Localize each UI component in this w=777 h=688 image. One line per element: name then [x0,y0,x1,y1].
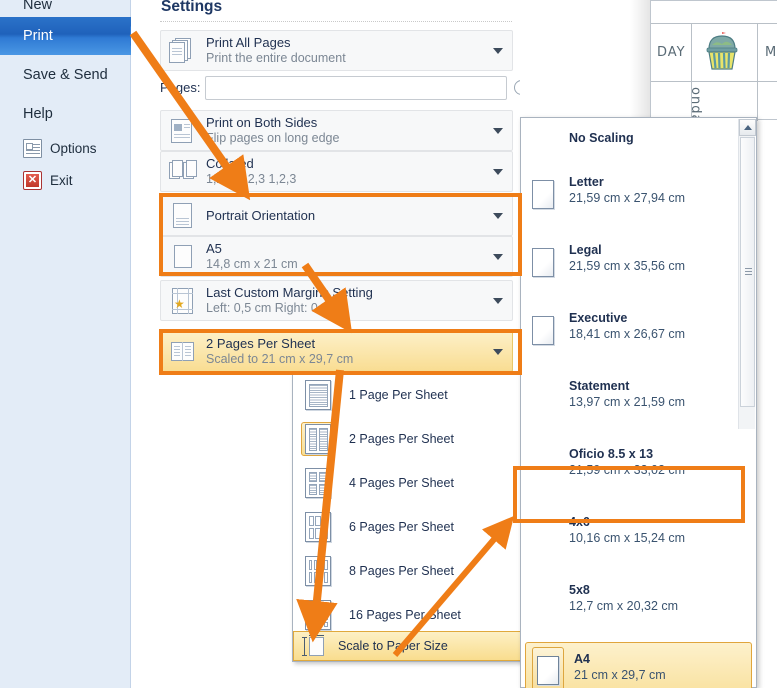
menu-item-5x8[interactable]: 5x8 12,7 cm x 20,32 cm [521,574,756,642]
settings-divider [160,21,512,22]
page-shadow [630,0,650,120]
row-subtitle: Flip pages on long edge [206,130,340,145]
scroll-up-arrow-icon[interactable] [739,119,756,136]
row-title: Last Custom Margins Setting [206,285,373,301]
margins-dropdown[interactable]: ★ Last Custom Margins Setting Left: 0,5 … [160,280,513,321]
paper-thumb-icon [532,647,564,688]
cupcake-illustration [706,32,738,70]
orientation-and-size-callout [159,193,522,276]
duplex-dropdown[interactable]: Print on Both Sides Flip pages on long e… [160,110,513,151]
calendar-rule [757,23,758,121]
row-title: Collated [206,156,254,172]
paper-dimensions: 21,59 cm x 35,56 cm [569,259,686,274]
row-subtitle: Left: 0,5 cm Right: 0,5 cm [206,300,349,315]
sidebar-item-label: New [23,0,53,13]
menu-item-label: Scale to Paper Size [338,639,448,653]
paper-name: Letter [569,175,604,189]
menu-item-label: 16 Pages Per Sheet [349,608,461,622]
menu-item-label: 8 Pages Per Sheet [349,564,454,578]
menu-item-legal[interactable]: Legal 21,59 cm x 35,56 cm [521,234,756,302]
paper-thumb-icon [527,310,559,350]
paper-dimensions: 18,41 cm x 26,67 cm [569,327,686,342]
backstage-sidebar: New Print Save & Send Help Options ✕ Exi… [0,0,140,688]
sheet-4up-icon [301,466,335,500]
paper-dimensions: 21 cm x 29,7 cm [574,668,666,683]
sidebar-item-label: Options [50,140,97,156]
sidebar-item-help[interactable]: Help [0,95,131,133]
chevron-down-icon[interactable] [493,297,503,304]
paper-thumb-icon [527,174,559,214]
row-title: Print on Both Sides [206,115,318,131]
pages-input[interactable] [205,76,507,100]
pages-per-sheet-callout [159,329,522,375]
sheet-8up-icon [301,554,335,588]
paper-name: 5x8 [569,583,590,597]
chevron-down-icon[interactable] [493,127,503,134]
submenu-scrollbar[interactable] [738,119,756,429]
paper-thumb-icon [527,242,559,282]
menu-item-label: 2 Pages Per Sheet [349,432,454,446]
exit-red-x-icon: ✕ [23,170,42,190]
menu-item-label: 6 Pages Per Sheet [349,520,454,534]
paper-dimensions: 12,7 cm x 20,32 cm [569,599,679,614]
a4-paper-size-callout [513,466,745,523]
options-document-icon [23,138,42,158]
paper-name: Legal [569,243,602,257]
sidebar-item-label: Help [23,106,53,122]
margins-icon: ★ [167,285,198,316]
calendar-cell-me: ME [765,45,777,60]
sidebar-item-label: Save & Send [23,67,108,83]
print-range-dropdown[interactable]: Print All Pages Print the entire documen… [160,30,513,71]
paper-name: A4 [574,652,590,666]
document-preview-page: DAY ME onday [650,0,777,132]
scroll-grip-icon [745,268,752,269]
menu-item-letter[interactable]: Letter 21,59 cm x 27,94 cm [521,166,756,234]
calendar-cell-day: DAY [657,45,686,60]
paper-name: No Scaling [569,131,634,145]
collate-icon [167,156,198,187]
chevron-down-icon[interactable] [493,168,503,175]
duplex-icon [167,115,198,146]
sheet-16up-icon [301,598,335,632]
sidebar-item-label: Print [23,28,53,44]
calendar-rule [651,81,777,82]
sheet-1up-icon [301,378,335,412]
menu-item-label: 4 Pages Per Sheet [349,476,454,490]
menu-item-label: 1 Page Per Sheet [349,388,448,402]
sidebar-item-print[interactable]: Print [0,17,140,55]
scale-paper-icon [302,635,328,657]
paper-name: Statement [569,379,630,393]
calendar-rule [651,23,777,24]
settings-title: Settings [161,0,223,15]
row-subtitle: Print the entire document [206,50,346,65]
scrollbar-thumb[interactable] [740,137,755,407]
print-backstage-screen: New Print Save & Send Help Options ✕ Exi… [0,0,777,688]
menu-item-executive[interactable]: Executive 18,41 cm x 26,67 cm [521,302,756,370]
sheet-6up-icon [301,510,335,544]
menu-item-no-scaling[interactable]: No Scaling [521,118,756,166]
sidebar-item-options[interactable]: Options [0,133,131,163]
chevron-down-icon[interactable] [493,47,503,54]
sheet-2up-icon [301,422,335,456]
menu-item-a4[interactable]: A4 21 cm x 29,7 cm [525,642,752,688]
paper-dimensions: 10,16 cm x 15,24 cm [569,531,686,546]
sidebar-item-label: Exit [50,172,73,188]
paper-name: Executive [569,311,628,325]
paper-size-submenu: No Scaling Letter 21,59 cm x 27,94 cm Le… [520,117,757,688]
collation-dropdown[interactable]: Collated 1,2,3 1,2,3 1,2,3 [160,151,513,192]
row-subtitle: 1,2,3 1,2,3 1,2,3 [206,171,297,186]
row-title: Print All Pages [206,35,291,51]
sidebar-item-save-and-send[interactable]: Save & Send [0,56,131,94]
paper-name: Oficio 8.5 x 13 [569,447,654,461]
sidebar-item-exit[interactable]: ✕ Exit [0,165,131,195]
all-pages-icon [167,35,198,66]
paper-dimensions: 21,59 cm x 27,94 cm [569,191,686,206]
pages-label: Pages: [160,80,201,95]
menu-item-statement[interactable]: Statement 13,97 cm x 21,59 cm [521,370,756,438]
paper-dimensions: 13,97 cm x 21,59 cm [569,395,686,410]
